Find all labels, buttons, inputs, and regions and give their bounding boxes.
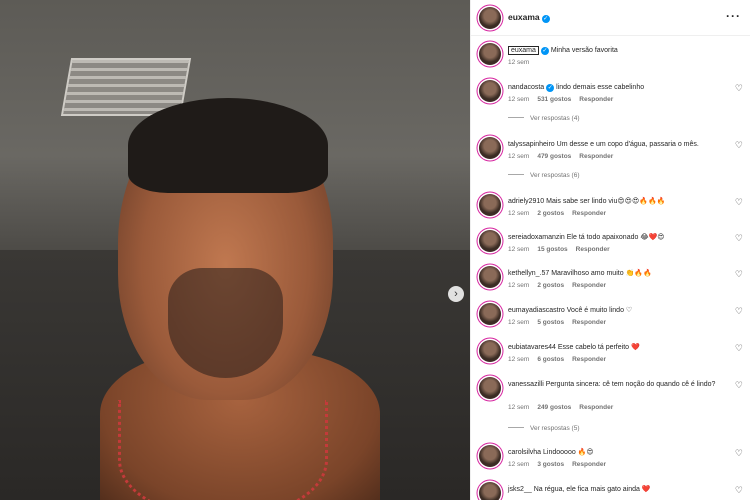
- comment-username[interactable]: talyssapinheiro: [508, 141, 555, 148]
- comment-time: 12 sem: [508, 404, 530, 411]
- comment-username[interactable]: kethellyn_.57: [508, 270, 549, 277]
- commenter-avatar[interactable]: [479, 266, 501, 288]
- comment-time: 12 sem: [508, 282, 530, 289]
- photo-necklace: [118, 400, 328, 500]
- comment-text: Maravilhoso amo muito 👏🔥🔥: [551, 270, 652, 277]
- author-username[interactable]: euxama ✓: [508, 12, 550, 23]
- comment-text: Você é muito lindo ♡: [566, 307, 633, 314]
- comment-username[interactable]: eumayadiascastro: [508, 307, 565, 314]
- view-replies-button[interactable]: Ver respostas (4): [508, 115, 580, 122]
- reply-button[interactable]: Responder: [576, 246, 610, 253]
- comment-likes[interactable]: 2 gostos: [537, 282, 564, 289]
- like-heart-icon[interactable]: ♡: [735, 485, 743, 496]
- reply-button[interactable]: Responder: [572, 282, 606, 289]
- comment-text: Mais sabe ser lindo viu😍😍😍🔥🔥🔥: [546, 198, 666, 205]
- comment-likes[interactable]: 6 gostos: [537, 356, 564, 363]
- comment-text: lindo demais esse cabelinho: [556, 84, 645, 91]
- caption-text: Minha versão favorita: [550, 47, 618, 54]
- comment-time: 12 sem: [508, 96, 530, 103]
- comment-username[interactable]: carolsilvha: [508, 449, 541, 456]
- author-avatar[interactable]: [479, 43, 501, 65]
- commenter-avatar[interactable]: [479, 340, 501, 362]
- commenter-avatar[interactable]: [479, 230, 501, 252]
- verified-badge-icon: ✓: [541, 15, 550, 23]
- author-avatar[interactable]: [479, 7, 501, 29]
- verified-badge-icon: ✓: [546, 84, 555, 92]
- caption-time: 12 sem: [508, 59, 530, 66]
- comment-username[interactable]: vanessazilli: [508, 381, 544, 388]
- view-replies-button[interactable]: Ver respostas (6): [508, 172, 580, 179]
- chevron-right-icon: ›: [454, 288, 458, 300]
- reply-button[interactable]: Responder: [572, 461, 606, 468]
- comment-likes[interactable]: 531 gostos: [537, 96, 571, 103]
- comment-text: Pergunta sincera: cê tem noção do quando…: [545, 381, 716, 388]
- comment-likes[interactable]: 249 gostos: [537, 404, 571, 411]
- post-photo: [0, 0, 470, 500]
- reply-button[interactable]: Responder: [579, 153, 613, 160]
- like-heart-icon[interactable]: ♡: [735, 343, 743, 354]
- comment-likes[interactable]: 3 gostos: [537, 461, 564, 468]
- commenter-avatar[interactable]: [479, 80, 501, 102]
- caption-username[interactable]: euxama: [508, 46, 539, 55]
- commenter-avatar[interactable]: [479, 137, 501, 159]
- commenter-avatar[interactable]: [479, 194, 501, 216]
- comment-text: Um desse e um copo d'água, passaria o mê…: [556, 141, 699, 148]
- like-heart-icon[interactable]: ♡: [735, 306, 743, 317]
- like-heart-icon[interactable]: ♡: [735, 83, 743, 94]
- comment-time: 12 sem: [508, 356, 530, 363]
- comment-time: 12 sem: [508, 246, 530, 253]
- comment-username[interactable]: sereiadoxamanzin: [508, 234, 565, 241]
- comment-time: 12 sem: [508, 153, 530, 160]
- photo-hair: [128, 98, 328, 193]
- like-heart-icon[interactable]: ♡: [735, 269, 743, 280]
- photo-beard: [168, 268, 283, 378]
- comments-list[interactable]: euxama ✓ Minha versão favorita 12 sem nan…: [471, 36, 750, 500]
- reply-button[interactable]: Responder: [572, 210, 606, 217]
- comment-username[interactable]: eubiatavares44: [508, 344, 556, 351]
- like-heart-icon[interactable]: ♡: [735, 233, 743, 244]
- comment-likes[interactable]: 2 gostos: [537, 210, 564, 217]
- comment-text: Esse cabelo tá perfeito ❤️: [557, 344, 640, 351]
- comment-likes[interactable]: 479 gostos: [537, 153, 571, 160]
- comment-likes[interactable]: 15 gostos: [537, 246, 567, 253]
- comment-text: Lindooooo 🔥😍: [543, 449, 594, 456]
- comment-time: 12 sem: [508, 319, 530, 326]
- comment-time: 12 sem: [508, 210, 530, 217]
- comments-panel: euxama ✓ ··· euxama ✓ Minha versão favorit…: [470, 0, 750, 500]
- reply-button[interactable]: Responder: [572, 319, 606, 326]
- view-replies-button[interactable]: Ver respostas (5): [508, 425, 580, 432]
- post-header: euxama ✓ ···: [471, 0, 750, 36]
- commenter-avatar[interactable]: [479, 377, 501, 399]
- commenter-avatar[interactable]: [479, 482, 501, 500]
- comment-text: Ele tá todo apaixonado 😂❤️😍: [566, 234, 665, 241]
- reply-button[interactable]: Responder: [579, 96, 613, 103]
- comment-text: Na régua, ele fica mais gato ainda ❤️: [533, 486, 651, 493]
- comment-username[interactable]: jsks2__: [508, 486, 532, 493]
- comment-username[interactable]: nandacosta: [508, 84, 544, 91]
- more-options-icon[interactable]: ···: [726, 9, 741, 23]
- like-heart-icon[interactable]: ♡: [735, 380, 743, 391]
- verified-badge-icon: ✓: [540, 47, 549, 55]
- reply-button[interactable]: Responder: [572, 356, 606, 363]
- next-photo-button[interactable]: ›: [448, 286, 464, 302]
- reply-button[interactable]: Responder: [579, 404, 613, 411]
- comment-username[interactable]: adriely2910: [508, 198, 544, 205]
- commenter-avatar[interactable]: [479, 303, 501, 325]
- like-heart-icon[interactable]: ♡: [735, 197, 743, 208]
- commenter-avatar[interactable]: [479, 445, 501, 467]
- comment-likes[interactable]: 5 gostos: [537, 319, 564, 326]
- like-heart-icon[interactable]: ♡: [735, 448, 743, 459]
- comment-time: 12 sem: [508, 461, 530, 468]
- like-heart-icon[interactable]: ♡: [735, 140, 743, 151]
